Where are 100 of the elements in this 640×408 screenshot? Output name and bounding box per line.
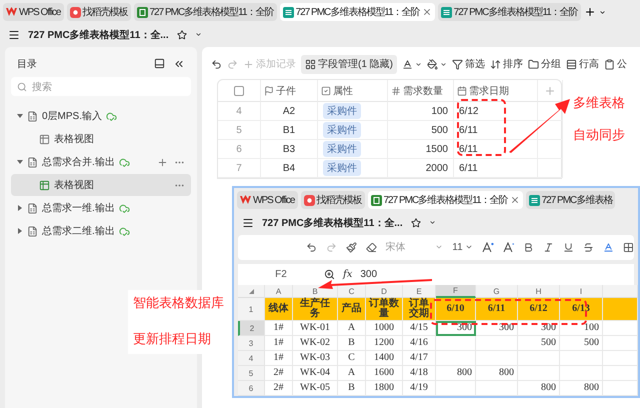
strikethrough-icon[interactable] — [583, 242, 594, 253]
column-header[interactable]: 需求日期 — [454, 80, 538, 102]
row-header[interactable]: 6 — [238, 381, 265, 396]
table-cell: 6/13 — [560, 298, 603, 321]
table-cell: 100 — [388, 102, 454, 121]
close-icon[interactable] — [422, 7, 432, 17]
app-tab[interactable]: 727 PMC多维表格模型11：全阶 — [438, 3, 581, 21]
app-tab[interactable]: 找稻壳模板 — [300, 191, 364, 209]
format-painter-icon[interactable] — [346, 242, 357, 253]
collapsed-icon[interactable] — [17, 228, 23, 234]
table-cell: 采购件 — [318, 159, 388, 178]
column-header[interactable]: B — [293, 285, 338, 298]
table-cell: B3 — [261, 140, 318, 159]
formula-field[interactable]: 300 — [360, 268, 378, 280]
eraser-icon[interactable] — [366, 242, 377, 253]
table-icon — [282, 6, 294, 18]
fill-color-icon[interactable] — [427, 58, 438, 70]
zoom-icon[interactable] — [324, 268, 335, 280]
row-header[interactable]: 5 — [238, 366, 265, 381]
row-number: 7 — [218, 159, 261, 178]
caret-icon[interactable] — [428, 219, 436, 226]
tree-item[interactable]: 总需求一维.输出 — [11, 197, 191, 219]
toolbar-button[interactable]: 分组 — [528, 54, 561, 74]
menu-icon[interactable] — [8, 28, 20, 40]
font-color-icon[interactable] — [603, 242, 614, 253]
checkbox[interactable] — [234, 86, 244, 96]
tree-item[interactable]: 表格视图 — [11, 128, 191, 150]
row-header[interactable]: 2 — [238, 321, 265, 336]
clipboard-icon — [604, 58, 615, 70]
add-tab-icon[interactable] — [584, 6, 596, 18]
undo-icon[interactable] — [306, 242, 317, 253]
grow-font-icon[interactable] — [482, 242, 494, 253]
callout-text: 更新排程日期 — [133, 330, 212, 348]
row-header[interactable]: 4 — [238, 351, 265, 366]
column-header[interactable]: 需求数量 — [388, 80, 454, 102]
app-tab[interactable]: 727 PMC多维表格模型11：全阶 — [368, 191, 523, 209]
shrink-font-icon[interactable] — [502, 242, 514, 253]
table-cell: A — [338, 321, 366, 336]
table-cell: 6/10 — [436, 298, 476, 321]
cloud-check-icon — [118, 202, 130, 214]
spreadsheet-icon — [370, 194, 382, 206]
column-header[interactable]: D — [366, 285, 403, 298]
bold-icon[interactable] — [523, 242, 534, 253]
italic-icon[interactable] — [543, 242, 554, 253]
tree-item[interactable]: 总需求二维.输出 — [11, 220, 191, 242]
row-number: 5 — [218, 121, 261, 140]
plus-icon[interactable] — [157, 156, 168, 168]
caret-icon[interactable] — [598, 8, 606, 16]
cell-reference: F2 — [274, 268, 288, 280]
toolbar-button[interactable]: 排序 — [490, 54, 523, 74]
expanded-icon[interactable] — [17, 159, 23, 165]
underline-icon[interactable] — [563, 242, 574, 253]
collapse-icon[interactable] — [173, 58, 185, 70]
app-tab[interactable]: WPS Office — [237, 191, 298, 209]
callout-text: 智能表格数据库 — [133, 294, 224, 312]
app-tab[interactable]: 找稻壳模板 — [66, 3, 130, 21]
caret-icon[interactable] — [194, 31, 202, 38]
menu-icon[interactable] — [242, 216, 254, 228]
toolbar-button[interactable]: 公 — [604, 54, 627, 74]
table-icon — [39, 180, 50, 190]
tree-item[interactable]: 表格视图 — [11, 174, 191, 196]
function-button[interactable]: fx — [343, 268, 352, 280]
toolbar-button[interactable]: 字段管理(1 隐藏) — [301, 54, 397, 74]
column-header[interactable]: C — [338, 285, 366, 298]
select-all-button[interactable] — [238, 285, 265, 298]
tree-item[interactable]: 总需求合并.输出 — [11, 151, 191, 173]
column-header[interactable]: F — [436, 285, 476, 298]
column-header[interactable]: I — [560, 285, 603, 298]
flag-icon — [264, 86, 274, 96]
app-tab[interactable]: WPS Office — [3, 3, 64, 21]
column-header[interactable]: A — [265, 285, 293, 298]
toolbar-button[interactable]: 筛选 — [452, 54, 485, 74]
table-cell: 订单数量 — [366, 298, 403, 321]
app-tab[interactable]: 727 PMC多维表格模型11：全阶 — [280, 3, 435, 21]
tree-item[interactable]: 0层MPS.输入 — [11, 105, 191, 127]
column-header[interactable]: H — [518, 285, 560, 298]
panel-icon[interactable] — [154, 58, 165, 69]
logo-icon — [240, 195, 251, 205]
column-header[interactable]: E — [403, 285, 436, 298]
callout-text: 自动同步 — [573, 126, 625, 144]
collapsed-icon[interactable] — [17, 205, 23, 211]
column-header[interactable]: G — [476, 285, 518, 298]
row-header[interactable]: 3 — [238, 336, 265, 351]
table-cell: B4 — [261, 159, 318, 178]
close-icon[interactable] — [510, 195, 520, 205]
undo-icon[interactable] — [211, 58, 222, 70]
star-icon[interactable] — [410, 218, 421, 228]
row-header[interactable]: 1 — [238, 298, 265, 321]
sheet-icon — [27, 156, 38, 168]
text-color-icon[interactable] — [402, 58, 413, 70]
borders-icon[interactable] — [623, 242, 634, 253]
column-header[interactable]: 属性 — [318, 80, 388, 102]
font-size-select[interactable]: 11 — [452, 242, 473, 253]
expanded-icon[interactable] — [17, 113, 23, 119]
table-cell: 采购件 — [318, 140, 388, 159]
app-tab[interactable]: 727 PMC多维表格 — [526, 191, 616, 209]
column-header[interactable]: 子件 — [261, 80, 318, 102]
star-icon[interactable] — [176, 30, 187, 40]
app-tab[interactable]: 727 PMC多维表格模型11：全阶 — [134, 3, 277, 21]
toolbar-button[interactable]: 行高 — [566, 54, 599, 74]
